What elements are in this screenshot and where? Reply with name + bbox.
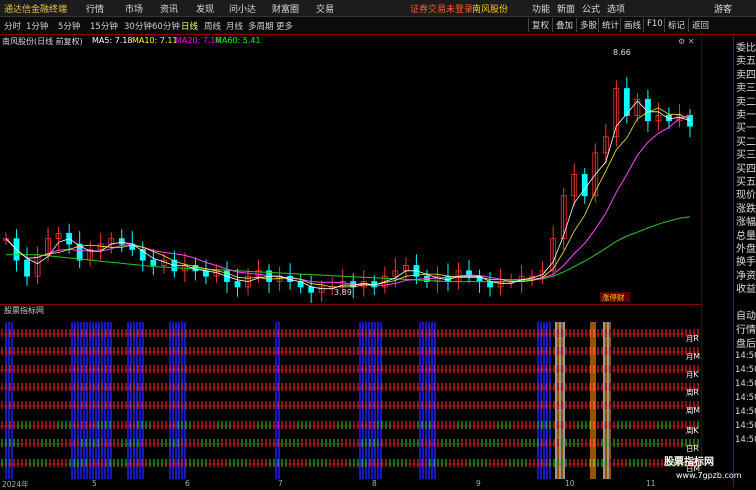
low-price-label: 3.89	[334, 288, 352, 297]
high-price-label: 8.66	[613, 48, 631, 57]
candle-body	[24, 259, 30, 277]
app-logo: 通达信金融终端	[4, 5, 68, 15]
tab-1min[interactable]: 1分钟	[26, 20, 48, 32]
chart-title: 南风股份(日线 前复权)	[2, 37, 83, 46]
trade-time: 14:50	[735, 379, 756, 389]
panel-mode-item[interactable]: 自动	[736, 307, 756, 322]
trade-time: 14:50	[735, 435, 756, 445]
menu-caifuquan[interactable]: 财富圈	[272, 2, 299, 15]
indicator-row-label: 月K	[686, 370, 699, 379]
candle-body	[581, 173, 588, 197]
menu-gongshi[interactable]: 公式	[582, 2, 600, 15]
tag-badge: 涨停财	[602, 292, 625, 302]
indicator-row-label: 周K	[686, 426, 699, 435]
current-stock: 南风股份	[472, 5, 509, 15]
tab-daily[interactable]: 日线	[181, 20, 198, 32]
back-button[interactable]: 返回	[688, 18, 712, 32]
indicator-row-label: 日R	[686, 444, 699, 453]
candle-body	[308, 286, 315, 293]
ma5-legend: MA5: 7.18	[92, 36, 133, 45]
ma10-legend: MA10: 7.11	[132, 36, 178, 45]
quote-field-label: 收益	[736, 284, 756, 296]
menu-xinmian[interactable]: 新面	[557, 2, 575, 15]
tab-multi-period[interactable]: 多周期	[248, 20, 274, 32]
trade-time: 14:50	[735, 351, 756, 361]
draw-line-button[interactable]: 画线	[620, 18, 644, 32]
fuquan-button[interactable]: 复权	[528, 18, 552, 32]
ma20-legend: MA20: 7.16	[175, 36, 221, 45]
user-label[interactable]: 游客	[714, 2, 732, 15]
tab-60min[interactable]: 60分钟	[152, 20, 180, 32]
period-toolbar: 分时 1分钟 5分钟 15分钟 30分钟 60分钟 日线 周线 月线 多周期 更…	[0, 17, 756, 35]
indicator-row-label: 月M	[686, 352, 700, 361]
candle-body	[203, 270, 209, 277]
panel-mode-item[interactable]: 行情	[736, 321, 756, 336]
candle-body	[234, 281, 241, 288]
x-label-0: 2024年	[2, 480, 29, 489]
stats-button[interactable]: 统计	[598, 18, 622, 32]
panel-mode-item[interactable]: 盘后	[736, 335, 756, 350]
menu-hangqing[interactable]: 行情	[86, 2, 104, 15]
indicator-row-label: 月R	[686, 334, 699, 343]
price-chart-bg	[0, 35, 702, 303]
menu-faxian[interactable]: 发现	[196, 2, 214, 15]
quote-panel: 委比 卖五 卖四 卖三 卖二 卖一 买一 买二 买三 买四 买五 现价 涨跌 涨幅 总量 外盘 换手 净资 收益 自动…	[733, 35, 756, 487]
menu-shichang[interactable]: 市场	[125, 2, 143, 15]
trade-time: 14:50	[735, 365, 756, 375]
multi-stock-button[interactable]: 多股	[576, 18, 600, 32]
top-menu-bar: 通达信金融终端 行情 市场 资讯 发现 问小达 财富圈 交易 证券交易未登录 南…	[0, 0, 756, 17]
menu-jiaoyi[interactable]: 交易	[316, 2, 334, 15]
login-alert[interactable]: 证券交易未登录	[410, 2, 473, 15]
mark-button[interactable]: 标记	[664, 18, 688, 32]
trade-time: 14:50	[735, 407, 756, 417]
watermark-logo: 股票指标网	[664, 457, 714, 468]
candle-body	[150, 259, 157, 266]
candle-body	[487, 281, 493, 288]
trade-time: 14:50	[735, 421, 756, 431]
indicator-row-label: 周R	[686, 388, 699, 397]
watermark-url: www.7gpzb.com	[676, 471, 742, 480]
menu-wenxiaoda[interactable]: 问小达	[229, 2, 256, 15]
price-chart[interactable]: 8.508.007.507.006.506.005.505.004.504.00…	[0, 35, 702, 303]
tab-weekly[interactable]: 周线	[204, 20, 221, 32]
chart-settings-icon[interactable]: ⚙ ✕	[678, 37, 694, 46]
indicator-row-label: 周M	[686, 406, 700, 415]
tab-fenshi[interactable]: 分时	[4, 20, 21, 32]
date-axis: 2024年 5 6 7 8 9 10 11	[0, 479, 702, 489]
tab-5min[interactable]: 5分钟	[58, 20, 80, 32]
menu-zixun[interactable]: 资讯	[160, 2, 178, 15]
f10-button[interactable]: F10	[643, 18, 666, 32]
indicator-title: 股票指标网	[4, 306, 44, 315]
indicator-chart[interactable]: 1.801.601.401.20 月R月M月K周R周M周K日R日M	[0, 304, 702, 479]
menu-xuanxiang[interactable]: 选项	[607, 2, 625, 15]
menu-gongneng[interactable]: 功能	[532, 2, 550, 15]
tab-15min[interactable]: 15分钟	[90, 20, 118, 32]
tab-more[interactable]: 更多	[276, 20, 293, 32]
tab-30min[interactable]: 30分钟	[124, 20, 152, 32]
ma60-legend: MA60: 5.41	[215, 36, 261, 45]
candle-body	[118, 238, 125, 245]
overlay-button[interactable]: 叠加	[552, 18, 576, 32]
tab-monthly[interactable]: 月线	[226, 20, 243, 32]
trade-time: 14:50	[735, 393, 756, 403]
